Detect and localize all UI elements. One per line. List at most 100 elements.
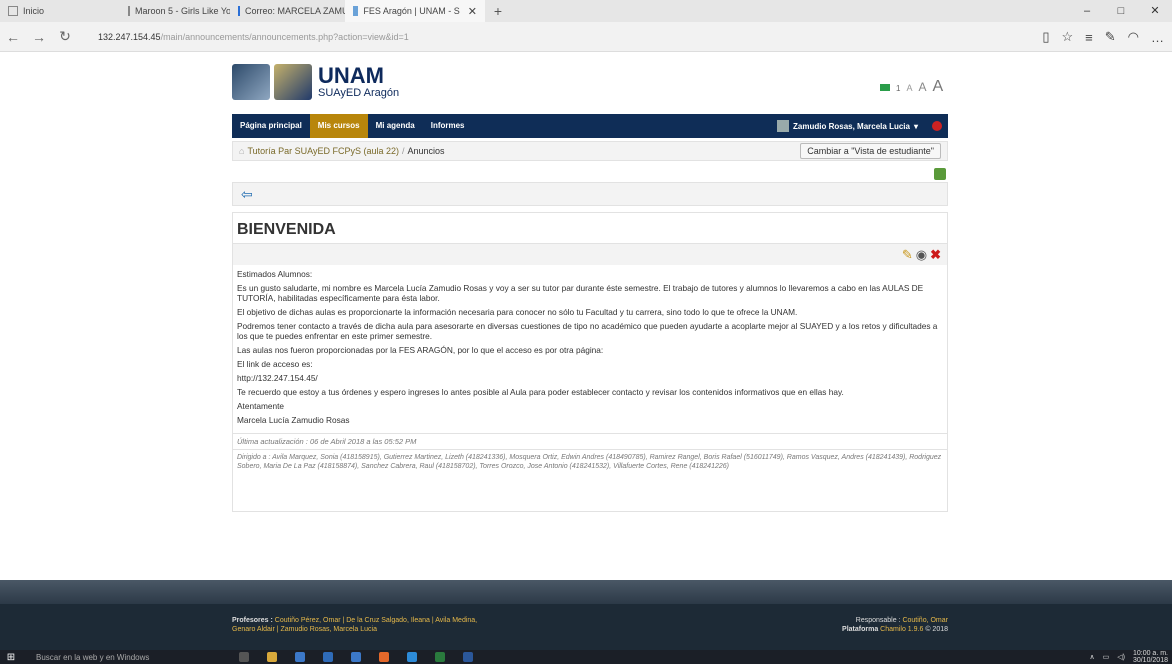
close-window-button[interactable]: ✕ xyxy=(1138,0,1172,22)
tab-correo[interactable]: Correo: MARCELA ZAMUDI xyxy=(230,0,345,22)
minimize-button[interactable]: – xyxy=(1070,0,1104,22)
user-name: Zamudio Rosas, Marcela Lucia xyxy=(793,121,910,131)
announcement-card: BIENVENIDA ✎ ◉ ✖ Estimados Alumnos: Es u… xyxy=(232,212,948,512)
visibility-eye-icon[interactable]: ◉ xyxy=(916,247,927,263)
ie-icon[interactable] xyxy=(407,652,418,662)
logo-subtitle: SUAyED Aragón xyxy=(318,87,400,99)
font-large-button[interactable]: A xyxy=(932,78,943,96)
responsable-link[interactable]: Coutiño, Omar xyxy=(902,617,948,624)
language-count: 1 xyxy=(896,84,901,93)
announcement-title: BIENVENIDA xyxy=(237,221,336,238)
windows-taskbar: ⊞ Buscar en la web y en Windows ∧ ▭ ◁) 1… xyxy=(0,650,1172,664)
access-link[interactable]: http://132.247.154.45/ xyxy=(237,373,943,383)
paragraph: Estimados Alumnos: xyxy=(237,269,313,279)
nav-pagina-principal[interactable]: Página principal xyxy=(232,114,310,138)
breadcrumb-current: Anuncios xyxy=(407,146,445,156)
paragraph: Te recuerdo que estoy a tus órdenes y es… xyxy=(237,387,844,397)
window-controls: – □ ✕ xyxy=(1070,0,1172,22)
excel-icon[interactable] xyxy=(435,652,446,662)
address-bar: ← → ↻ 132.247.154.45/main/announcements/… xyxy=(0,22,1172,52)
reading-view-icon[interactable]: ▯ xyxy=(1042,29,1049,45)
footer-teachers: Profesores : Coutiño Pérez, Omar | De la… xyxy=(232,617,478,633)
paragraph: Es un gusto saludarte, mi nombre es Marc… xyxy=(237,283,924,303)
hub-icon[interactable]: ≡ xyxy=(1085,30,1093,45)
forward-icon[interactable]: → xyxy=(26,29,52,45)
browser-toolbar: ▯ ☆ ≡ ✎ ◠ … xyxy=(1042,22,1164,52)
language-flag-icon[interactable] xyxy=(880,84,890,91)
file-explorer-icon[interactable] xyxy=(267,652,278,662)
outlook-icon[interactable] xyxy=(351,652,362,662)
chamilo-link[interactable]: Chamilo 1.9.6 xyxy=(880,626,923,633)
site-footer: Profesores : Coutiño Pérez, Omar | De la… xyxy=(0,580,1172,650)
firefox-icon[interactable] xyxy=(379,652,390,662)
avatar xyxy=(777,120,790,132)
last-update: Última actualización : 06 de Abril 2018 … xyxy=(233,433,947,449)
back-toolbar: ⇦ xyxy=(232,182,948,206)
url-field[interactable]: 132.247.154.45/main/announcements/announ… xyxy=(98,32,409,42)
font-small-button[interactable]: A xyxy=(906,83,912,93)
fes-crest-icon xyxy=(274,64,312,100)
student-view-button[interactable]: Cambiar a "Vista de estudiante" xyxy=(800,143,941,159)
paragraph: Atentamente xyxy=(237,401,285,411)
paragraph: El objetivo de dichas aulas es proporcio… xyxy=(237,307,798,317)
word-icon[interactable] xyxy=(463,652,474,662)
tab-fes-aragon[interactable]: FES Aragón | UNAM - S ✕ xyxy=(345,0,485,22)
page-content: UNAM SUAyED Aragón 1 A A A Página princi… xyxy=(0,52,1172,582)
nav-mis-cursos[interactable]: Mis cursos xyxy=(309,114,368,138)
taskbar-apps xyxy=(239,652,474,662)
unam-crest-icon xyxy=(232,64,270,100)
delete-icon[interactable]: ✖ xyxy=(930,247,941,263)
user-menu[interactable]: Zamudio Rosas, Marcela Lucia ▾ xyxy=(777,120,948,132)
breadcrumb-course[interactable]: Tutoría Par SUAyED FCPyS (aula 22) xyxy=(247,146,399,156)
edit-icon[interactable]: ✎ xyxy=(902,247,913,263)
paragraph: El link de acceso es: xyxy=(237,359,313,369)
close-tab-icon[interactable]: ✕ xyxy=(468,5,477,18)
breadcrumb: ⌂ Tutoría Par SUAyED FCPyS (aula 22) / A… xyxy=(232,141,948,161)
refresh-icon[interactable]: ↻ xyxy=(52,28,78,45)
footer-platform: Responsable : Coutiño, Omar Plataforma C… xyxy=(842,617,948,633)
taskbar-search[interactable]: Buscar en la web y en Windows xyxy=(36,653,149,662)
volume-icon[interactable]: ◁) xyxy=(1117,653,1125,661)
edge-icon[interactable] xyxy=(295,652,306,662)
back-icon[interactable]: ← xyxy=(0,29,26,45)
browser-tabbar: Inicio Maroon 5 - Girls Like Yo Correo: … xyxy=(0,0,1172,22)
mail-icon xyxy=(238,6,240,16)
add-announcement-icon[interactable] xyxy=(934,168,946,180)
site-icon xyxy=(353,6,359,16)
nav-informes[interactable]: Informes xyxy=(423,114,473,138)
tab-inicio[interactable]: Inicio xyxy=(0,0,120,22)
breadcrumb-separator: / xyxy=(402,146,405,156)
share-icon[interactable]: ◠ xyxy=(1128,29,1139,45)
web-note-icon[interactable]: ✎ xyxy=(1105,29,1116,45)
tab-maroon5[interactable]: Maroon 5 - Girls Like Yo xyxy=(120,0,230,22)
main-navbar: Página principal Mis cursos Mi agenda In… xyxy=(232,114,948,138)
new-tab-button[interactable]: + xyxy=(485,3,511,19)
signature: Marcela Lucía Zamudio Rosas xyxy=(237,415,350,425)
footer-band xyxy=(0,580,1172,604)
paragraph: Las aulas nos fueron proporcionadas por … xyxy=(237,345,604,355)
font-medium-button[interactable]: A xyxy=(918,80,926,94)
announcement-body: Estimados Alumnos: Es un gusto saludarte… xyxy=(233,265,947,433)
accessibility-tools: 1 A A A xyxy=(880,78,943,96)
store-icon[interactable] xyxy=(323,652,334,662)
paragraph: Podremos tener contacto a través de dich… xyxy=(237,321,938,341)
logo-title: UNAM xyxy=(318,63,384,88)
windows-start-icon[interactable]: ⊞ xyxy=(0,652,22,663)
network-icon[interactable]: ▭ xyxy=(1103,653,1110,661)
task-view-icon[interactable] xyxy=(239,652,250,662)
home-icon: ⌂ xyxy=(239,146,245,156)
unam-logo[interactable]: UNAM SUAyED Aragón xyxy=(232,62,399,102)
system-tray: ∧ ▭ ◁) 10:00 a. m. 30/10/2018 xyxy=(1089,650,1168,664)
tray-arrow-icon[interactable]: ∧ xyxy=(1089,653,1094,661)
nav-mi-agenda[interactable]: Mi agenda xyxy=(368,114,423,138)
more-icon[interactable]: … xyxy=(1151,30,1164,45)
maximize-button[interactable]: □ xyxy=(1104,0,1138,22)
back-arrow-icon[interactable]: ⇦ xyxy=(241,187,255,201)
page-icon xyxy=(8,6,18,16)
favorite-star-icon[interactable]: ☆ xyxy=(1062,29,1074,45)
clock[interactable]: 10:00 a. m. 30/10/2018 xyxy=(1133,650,1168,664)
recipients: Dirigido a : Avila Marquez, Sonia (41815… xyxy=(233,449,947,474)
page-icon xyxy=(128,6,130,16)
announcement-actions: ✎ ◉ ✖ xyxy=(233,243,947,265)
logout-icon[interactable] xyxy=(932,121,942,131)
